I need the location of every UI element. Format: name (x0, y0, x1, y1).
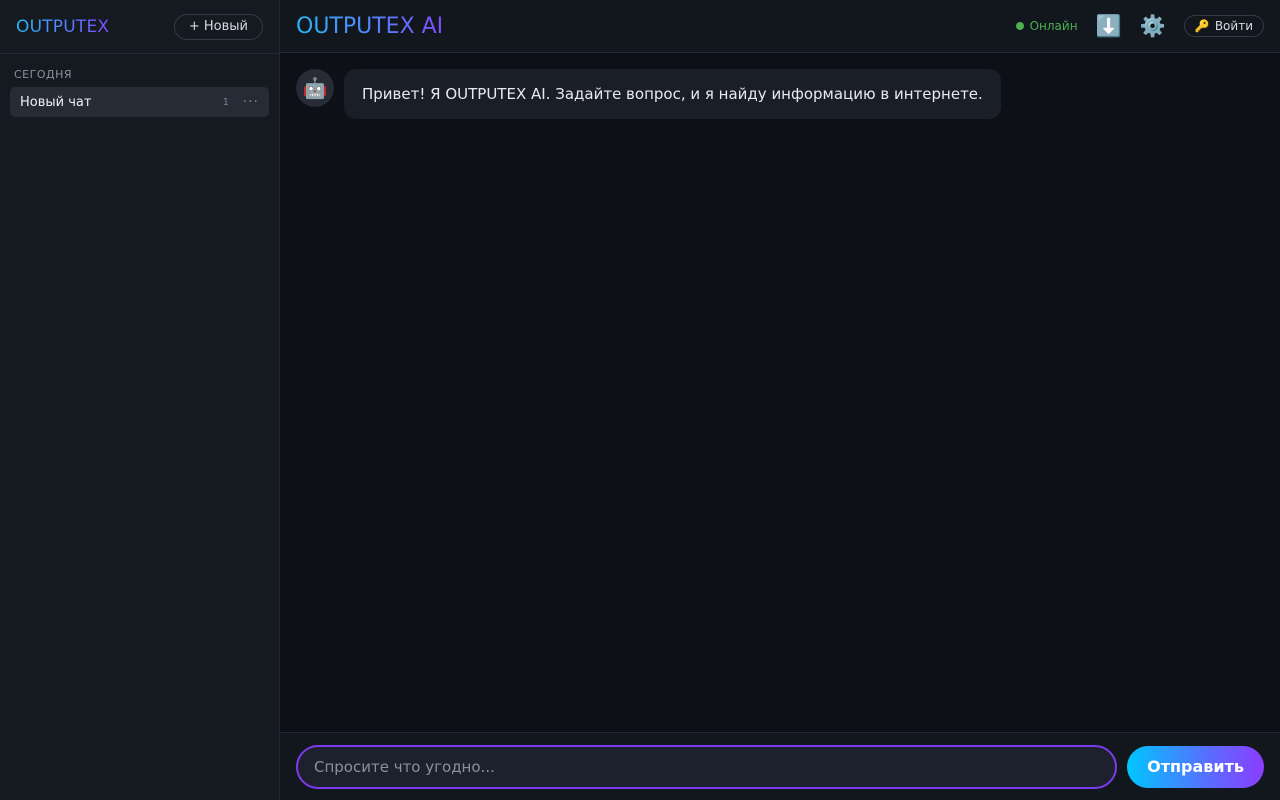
assistant-message: 🤖 Привет! Я OUTPUTEX AI. Задайте вопрос,… (296, 69, 1264, 119)
message-bubble: Привет! Я OUTPUTEX AI. Задайте вопрос, и… (344, 69, 1001, 119)
new-chat-button[interactable]: + Новый (173, 13, 263, 40)
message-input[interactable] (296, 744, 1118, 789)
brand-logo[interactable]: OUTPUTEX (16, 17, 109, 37)
section-title-today: СЕГОДНЯ (14, 68, 73, 81)
login-button[interactable]: 🔑 Войти (1183, 15, 1264, 37)
gear-icon[interactable]: ⚙️ (1140, 15, 1166, 37)
more-options-icon[interactable]: ··· (243, 94, 259, 110)
sidebar: OUTPUTEX + Новый СЕГОДНЯ Новый чат 1 ··· (0, 0, 280, 800)
status-label: Онлайн (1029, 19, 1078, 33)
status-indicator: Онлайн (1015, 19, 1078, 33)
robot-avatar-icon: 🤖 (296, 69, 334, 107)
chat-item-label: Новый чат (20, 94, 92, 110)
status-dot-icon (1015, 22, 1024, 30)
key-icon: 🔑 (1194, 19, 1210, 33)
topbar: OUTPUTEX AI Онлайн ⬇️ ⚙️ 🔑 Войти (280, 0, 1280, 53)
download-icon[interactable]: ⬇️ (1096, 15, 1122, 37)
login-label: Войти (1214, 19, 1253, 33)
message-list: 🤖 Привет! Я OUTPUTEX AI. Задайте вопрос,… (280, 53, 1280, 732)
composer: Отправить (280, 732, 1280, 800)
sidebar-header: OUTPUTEX + Новый (0, 0, 279, 54)
app: OUTPUTEX + Новый СЕГОДНЯ Новый чат 1 ···… (0, 0, 1280, 800)
chat-list-item[interactable]: Новый чат 1 ··· (10, 87, 269, 117)
send-button[interactable]: Отправить (1127, 745, 1264, 788)
topbar-actions: Онлайн ⬇️ ⚙️ 🔑 Войти (1015, 15, 1264, 37)
main-panel: OUTPUTEX AI Онлайн ⬇️ ⚙️ 🔑 Войти 🤖 Приве… (280, 0, 1280, 800)
page-title: OUTPUTEX AI (296, 13, 444, 39)
chat-item-count: 1 (222, 96, 229, 108)
